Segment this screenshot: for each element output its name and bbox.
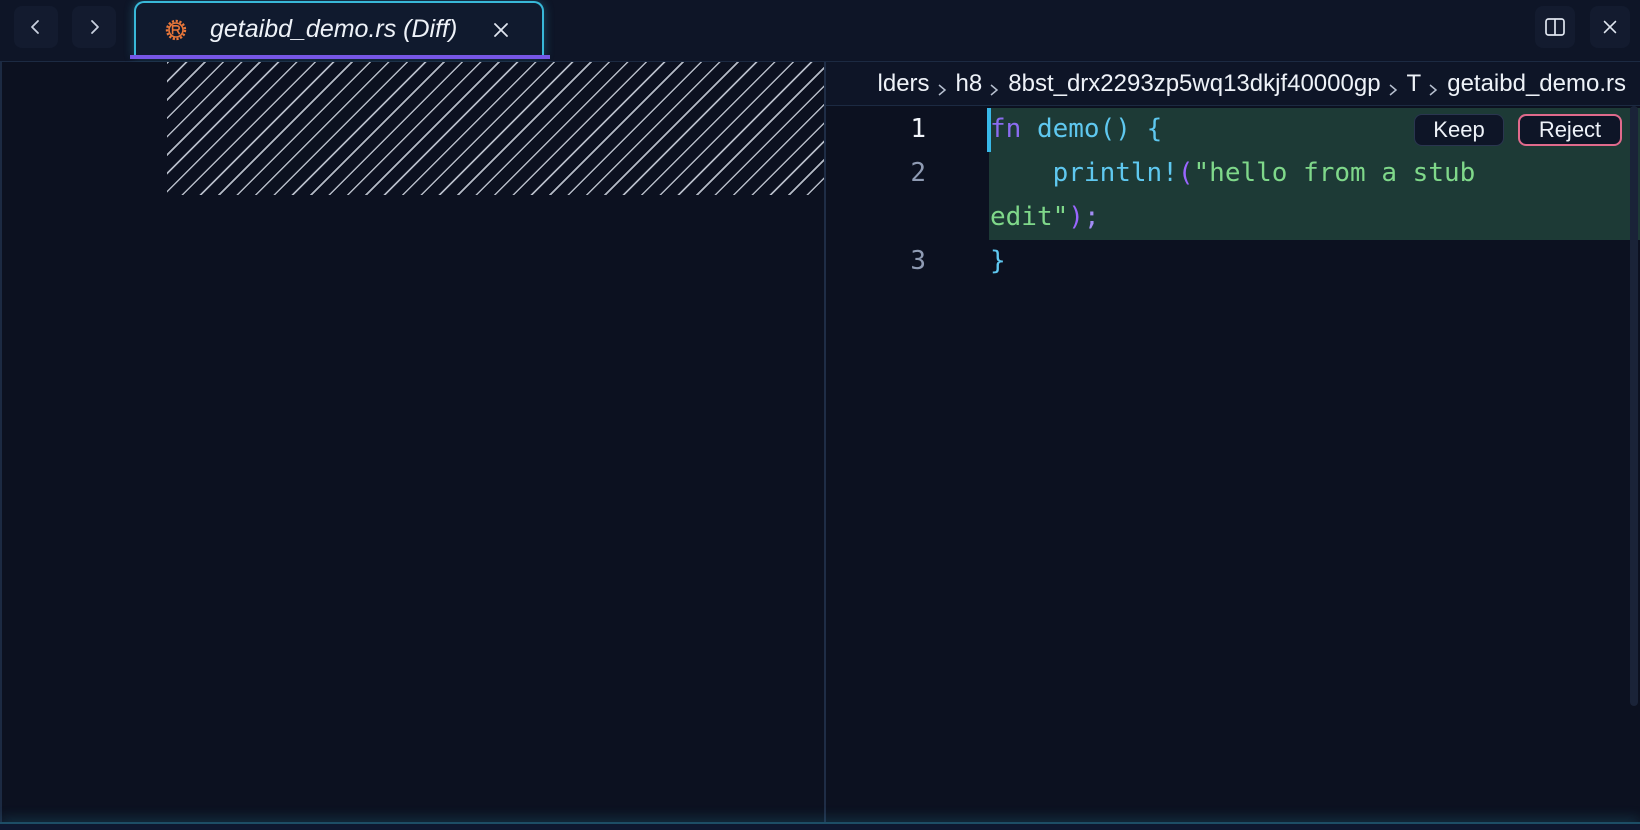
original-pane xyxy=(0,62,826,822)
breadcrumb-item[interactable]: 8bst_drx2293zp5wq13dkjf40000gp xyxy=(1008,70,1380,98)
chevron-right-icon xyxy=(936,76,950,96)
breadcrumb-item[interactable]: T xyxy=(1407,70,1422,98)
chevron-left-icon xyxy=(31,20,39,34)
line-number: 2 xyxy=(910,158,926,188)
breadcrumb-file[interactable]: getaibd_demo.rs xyxy=(1447,70,1626,98)
breadcrumb-item[interactable]: lders xyxy=(878,70,930,98)
tab-getaibd-demo-diff[interactable]: getaibd_demo.rs (Diff) xyxy=(134,1,544,57)
line-number: 3 xyxy=(910,246,926,276)
split-view-button[interactable] xyxy=(1535,6,1575,48)
chevron-right-icon xyxy=(91,20,99,34)
code-line: println!("hello from a stub xyxy=(1052,158,1476,188)
keep-button[interactable]: Keep xyxy=(1414,114,1504,146)
close-icon[interactable] xyxy=(490,19,512,41)
vertical-scrollbar[interactable] xyxy=(1630,106,1638,706)
code-editor[interactable]: 1 2 3 fn demo() { println!("hello from a… xyxy=(826,106,1640,822)
back-button[interactable] xyxy=(14,6,58,48)
chevron-right-icon xyxy=(1427,76,1441,96)
close-panel-button[interactable] xyxy=(1590,6,1630,48)
breadcrumb: lders h8 8bst_drx2293zp5wq13dkjf40000gp … xyxy=(826,62,1640,106)
close-icon xyxy=(1603,20,1617,34)
code-line: fn demo() { xyxy=(990,114,1163,144)
diff-editor-window: getaibd_demo.rs (Diff) lders h8 8bst_drx… xyxy=(0,0,1640,830)
tab-bar: getaibd_demo.rs (Diff) xyxy=(0,0,1640,62)
rust-icon xyxy=(165,19,187,41)
code-line-wrap: edit"); xyxy=(990,202,1100,232)
line-number: 1 xyxy=(910,114,926,144)
code-line: } xyxy=(990,246,1006,276)
chevron-right-icon xyxy=(1387,76,1401,96)
tab-title: getaibd_demo.rs (Diff) xyxy=(210,15,458,43)
deleted-lines-placeholder xyxy=(167,62,826,195)
active-tab-indicator xyxy=(130,55,550,59)
breadcrumb-item[interactable]: h8 xyxy=(956,70,983,98)
chevron-right-icon xyxy=(988,76,1002,96)
reject-button[interactable]: Reject xyxy=(1518,114,1622,146)
split-view-icon xyxy=(1545,18,1565,36)
bottom-edge xyxy=(0,822,1640,830)
modified-pane: lders h8 8bst_drx2293zp5wq13dkjf40000gp … xyxy=(826,62,1640,822)
forward-button[interactable] xyxy=(72,6,116,48)
